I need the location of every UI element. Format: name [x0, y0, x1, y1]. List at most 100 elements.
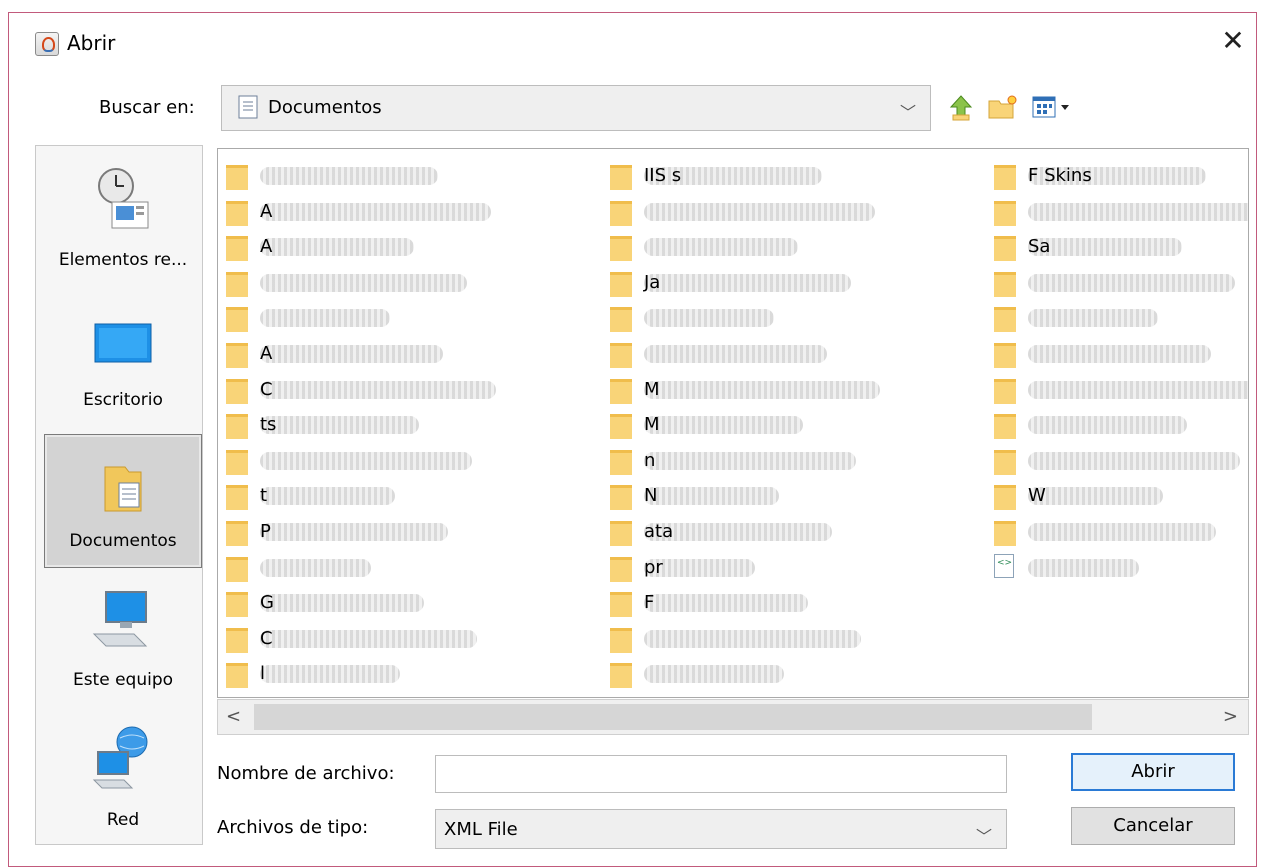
folder-icon	[994, 271, 1016, 297]
file-name: C	[260, 627, 273, 649]
file-column-1: A A A Cts t P G Cl	[218, 157, 598, 691]
file-list-item[interactable]: F Skins	[986, 157, 1246, 193]
file-list-item[interactable]: M	[602, 371, 982, 407]
folder-icon	[226, 378, 248, 404]
file-list-item[interactable]	[218, 549, 598, 585]
place-documents[interactable]: Documentos	[44, 434, 202, 568]
scroll-right-icon[interactable]: >	[1223, 706, 1238, 727]
file-list-item[interactable]	[218, 442, 598, 478]
file-name: G	[260, 592, 274, 614]
folder-icon	[610, 627, 632, 653]
view-menu-icon[interactable]	[1031, 93, 1073, 121]
file-name: A	[260, 236, 273, 258]
file-list-item[interactable]	[986, 513, 1246, 549]
file-list-item[interactable]	[986, 371, 1248, 407]
file-list-item[interactable]: ata	[602, 513, 982, 549]
file-list-item[interactable]: G	[218, 584, 598, 620]
file-list-item[interactable]: n	[602, 442, 982, 478]
place-network[interactable]: Red	[44, 714, 202, 848]
redacted-name	[644, 594, 808, 613]
horizontal-scrollbar[interactable]: < >	[217, 699, 1249, 735]
place-desktop[interactable]: Escritorio	[44, 294, 202, 428]
place-label: Red	[106, 810, 140, 830]
file-list-item[interactable]: IIS s	[602, 157, 982, 193]
folder-icon	[226, 663, 248, 689]
folder-icon	[610, 165, 632, 190]
new-folder-icon[interactable]	[987, 93, 1019, 121]
file-list-item[interactable]: M	[602, 406, 982, 442]
up-folder-icon[interactable]	[947, 93, 975, 121]
file-list-item[interactable]	[218, 299, 598, 335]
place-recent-items[interactable]: Elementos re...	[44, 154, 202, 288]
filename-input[interactable]	[435, 755, 1007, 793]
redacted-name	[260, 558, 371, 577]
redacted-name	[644, 273, 851, 292]
file-list-item[interactable]: C	[218, 620, 598, 656]
recent-items-icon	[98, 168, 149, 229]
file-list-item[interactable]	[602, 655, 982, 691]
file-list-item[interactable]: ts	[218, 406, 598, 442]
file-list-item[interactable]: F	[602, 584, 982, 620]
place-label: Este equipo	[72, 670, 174, 690]
file-list-item[interactable]	[986, 264, 1246, 300]
file-list[interactable]: A A A Cts t P G Cl IIS s Ja M Mn Nata pr F F Skins Sa W	[217, 148, 1249, 698]
file-list-item[interactable]: pr	[602, 549, 982, 585]
file-list-item[interactable]: l	[218, 655, 598, 691]
filetype-value: XML File	[444, 819, 518, 840]
file-list-item[interactable]: N	[602, 477, 982, 513]
file-list-item[interactable]: W	[986, 477, 1246, 513]
folder-icon	[226, 485, 248, 511]
folder-icon	[994, 200, 1016, 226]
file-name: Ja	[644, 271, 661, 293]
place-label: Escritorio	[83, 390, 163, 410]
redacted-name	[260, 416, 419, 435]
place-this-pc[interactable]: Este equipo	[44, 574, 202, 708]
cancel-button[interactable]: Cancelar	[1071, 807, 1235, 845]
folder-icon	[610, 449, 632, 475]
look-in-combo[interactable]: Documentos ﹀	[221, 85, 931, 131]
file-list-item[interactable]	[986, 406, 1246, 442]
file-list-item[interactable]	[986, 299, 1246, 335]
redacted-name	[644, 202, 875, 221]
file-list-item[interactable]: Sa	[986, 228, 1246, 264]
redacted-name	[1028, 487, 1163, 506]
redacted-name	[260, 344, 443, 363]
scrollbar-thumb[interactable]	[254, 704, 1092, 730]
redacted-name	[260, 522, 448, 541]
file-column-2: IIS s Ja M Mn Nata pr F	[602, 157, 982, 691]
file-list-item[interactable]	[602, 299, 982, 335]
file-list-item[interactable]: P	[218, 513, 598, 549]
file-list-item[interactable]	[602, 193, 982, 229]
file-list-item[interactable]: Ja	[602, 264, 982, 300]
file-list-item[interactable]: C	[218, 371, 598, 407]
folder-icon	[610, 520, 632, 546]
file-list-item[interactable]	[602, 335, 982, 371]
file-list-item[interactable]	[218, 264, 598, 300]
file-list-item[interactable]	[602, 228, 982, 264]
open-button[interactable]: Abrir	[1071, 753, 1235, 791]
file-list-item[interactable]	[986, 193, 1248, 229]
filetype-combo[interactable]: XML File ﹀	[435, 809, 1007, 849]
file-list-item[interactable]: A	[218, 193, 598, 229]
file-list-item[interactable]: A	[218, 335, 598, 371]
close-button[interactable]: ✕	[1210, 21, 1256, 61]
file-name: P	[260, 520, 271, 542]
file-list-item[interactable]	[602, 620, 982, 656]
file-name: n	[644, 449, 656, 471]
file-list-item[interactable]	[218, 157, 598, 193]
file-list-item[interactable]: t	[218, 477, 598, 513]
scroll-left-icon[interactable]: <	[226, 706, 241, 727]
redacted-name	[644, 665, 784, 684]
look-in-label: Buscar en:	[99, 97, 195, 118]
redacted-name	[644, 629, 861, 648]
file-list-item[interactable]	[986, 335, 1246, 371]
folder-icon	[994, 342, 1016, 368]
file-list-item[interactable]	[986, 549, 1246, 585]
look-in-value: Documentos	[268, 97, 382, 118]
redacted-name	[260, 451, 472, 470]
redacted-name	[260, 380, 496, 399]
file-list-item[interactable]	[986, 442, 1246, 478]
redacted-name	[644, 380, 880, 399]
file-name: ts	[260, 414, 277, 436]
file-list-item[interactable]: A	[218, 228, 598, 264]
